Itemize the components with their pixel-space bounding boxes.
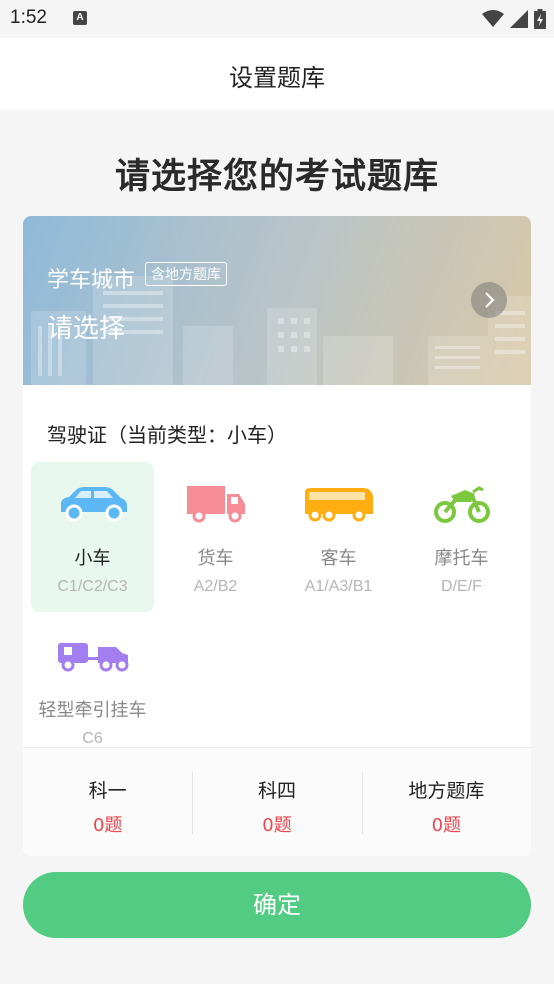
notification-icon: A <box>73 11 87 25</box>
nav-bar: 设置题库 <box>0 38 554 110</box>
vehicle-option-truck[interactable]: 货车 A2/B2 <box>154 462 277 612</box>
signal-icon <box>510 10 528 28</box>
select-bank-heading: 请选择您的考试题库 <box>114 157 439 197</box>
status-bar: 1:52 A <box>0 0 554 38</box>
battery-icon <box>534 9 546 29</box>
stat-subject-one[interactable]: 科一 0题 <box>23 748 192 856</box>
vehicle-license-codes: A2/B2 <box>193 578 238 595</box>
vehicle-name: 摩托车 <box>434 548 489 569</box>
chevron-right-icon <box>485 292 495 308</box>
stat-subject-four[interactable]: 科四 0题 <box>192 748 361 856</box>
stat-label: 科一 <box>88 780 127 802</box>
vehicle-license-codes: C6 <box>82 730 103 747</box>
city-select-prompt: 请选择 <box>47 314 126 344</box>
system-icons <box>482 9 546 29</box>
region-bank-tag: 含地方题库 <box>145 262 227 286</box>
question-count-stats: 科一 0题 科四 0题 地方题库 0题 <box>23 747 531 856</box>
vehicle-license-codes: A1/A3/B1 <box>304 578 373 595</box>
status-time: 1:52 <box>10 7 47 28</box>
vehicle-option-motorcycle[interactable]: 摩托车 D/E/F <box>400 462 523 612</box>
vehicle-name: 小车 <box>74 548 111 569</box>
stat-label: 地方题库 <box>408 780 485 802</box>
vehicle-license-codes: D/E/F <box>441 578 482 595</box>
stat-count: 0题 <box>431 815 462 836</box>
trailer-icon <box>57 643 128 672</box>
exam-bank-card: 学车城市 含地方题库 请选择 驾驶证（当前类型：小车） 小车 C1/C2/C3 <box>23 216 531 856</box>
vehicle-license-codes: C1/C2/C3 <box>57 578 128 595</box>
city-skyline-illustration <box>31 276 531 385</box>
stat-count: 0题 <box>262 815 292 836</box>
stat-count: 0题 <box>92 815 123 836</box>
vehicle-name: 轻型牵引挂车 <box>38 700 147 721</box>
vehicle-name: 货车 <box>197 548 234 569</box>
stat-label: 科四 <box>257 780 296 802</box>
vehicle-name: 客车 <box>320 548 357 569</box>
wifi-icon <box>482 10 504 27</box>
motorcycle-icon <box>433 486 490 523</box>
city-label: 学车城市 <box>47 268 136 293</box>
vehicle-option-trailer[interactable]: 轻型牵引挂车 C6 <box>31 614 154 747</box>
stat-local-bank[interactable]: 地方题库 0题 <box>361 748 531 856</box>
page-title: 设置题库 <box>229 64 325 92</box>
bus-icon <box>304 488 373 522</box>
car-icon <box>60 487 127 522</box>
city-banner[interactable]: 学车城市 含地方题库 请选择 <box>23 216 531 385</box>
truck-icon <box>186 486 245 523</box>
vehicle-option-bus[interactable]: 客车 A1/A3/B1 <box>277 462 400 612</box>
city-select-arrow-button[interactable] <box>471 282 507 318</box>
confirm-button[interactable]: 确定 <box>23 872 531 938</box>
license-type-title: 驾驶证（当前类型：小车） <box>47 423 287 447</box>
vehicle-option-car[interactable]: 小车 C1/C2/C3 <box>31 462 154 612</box>
